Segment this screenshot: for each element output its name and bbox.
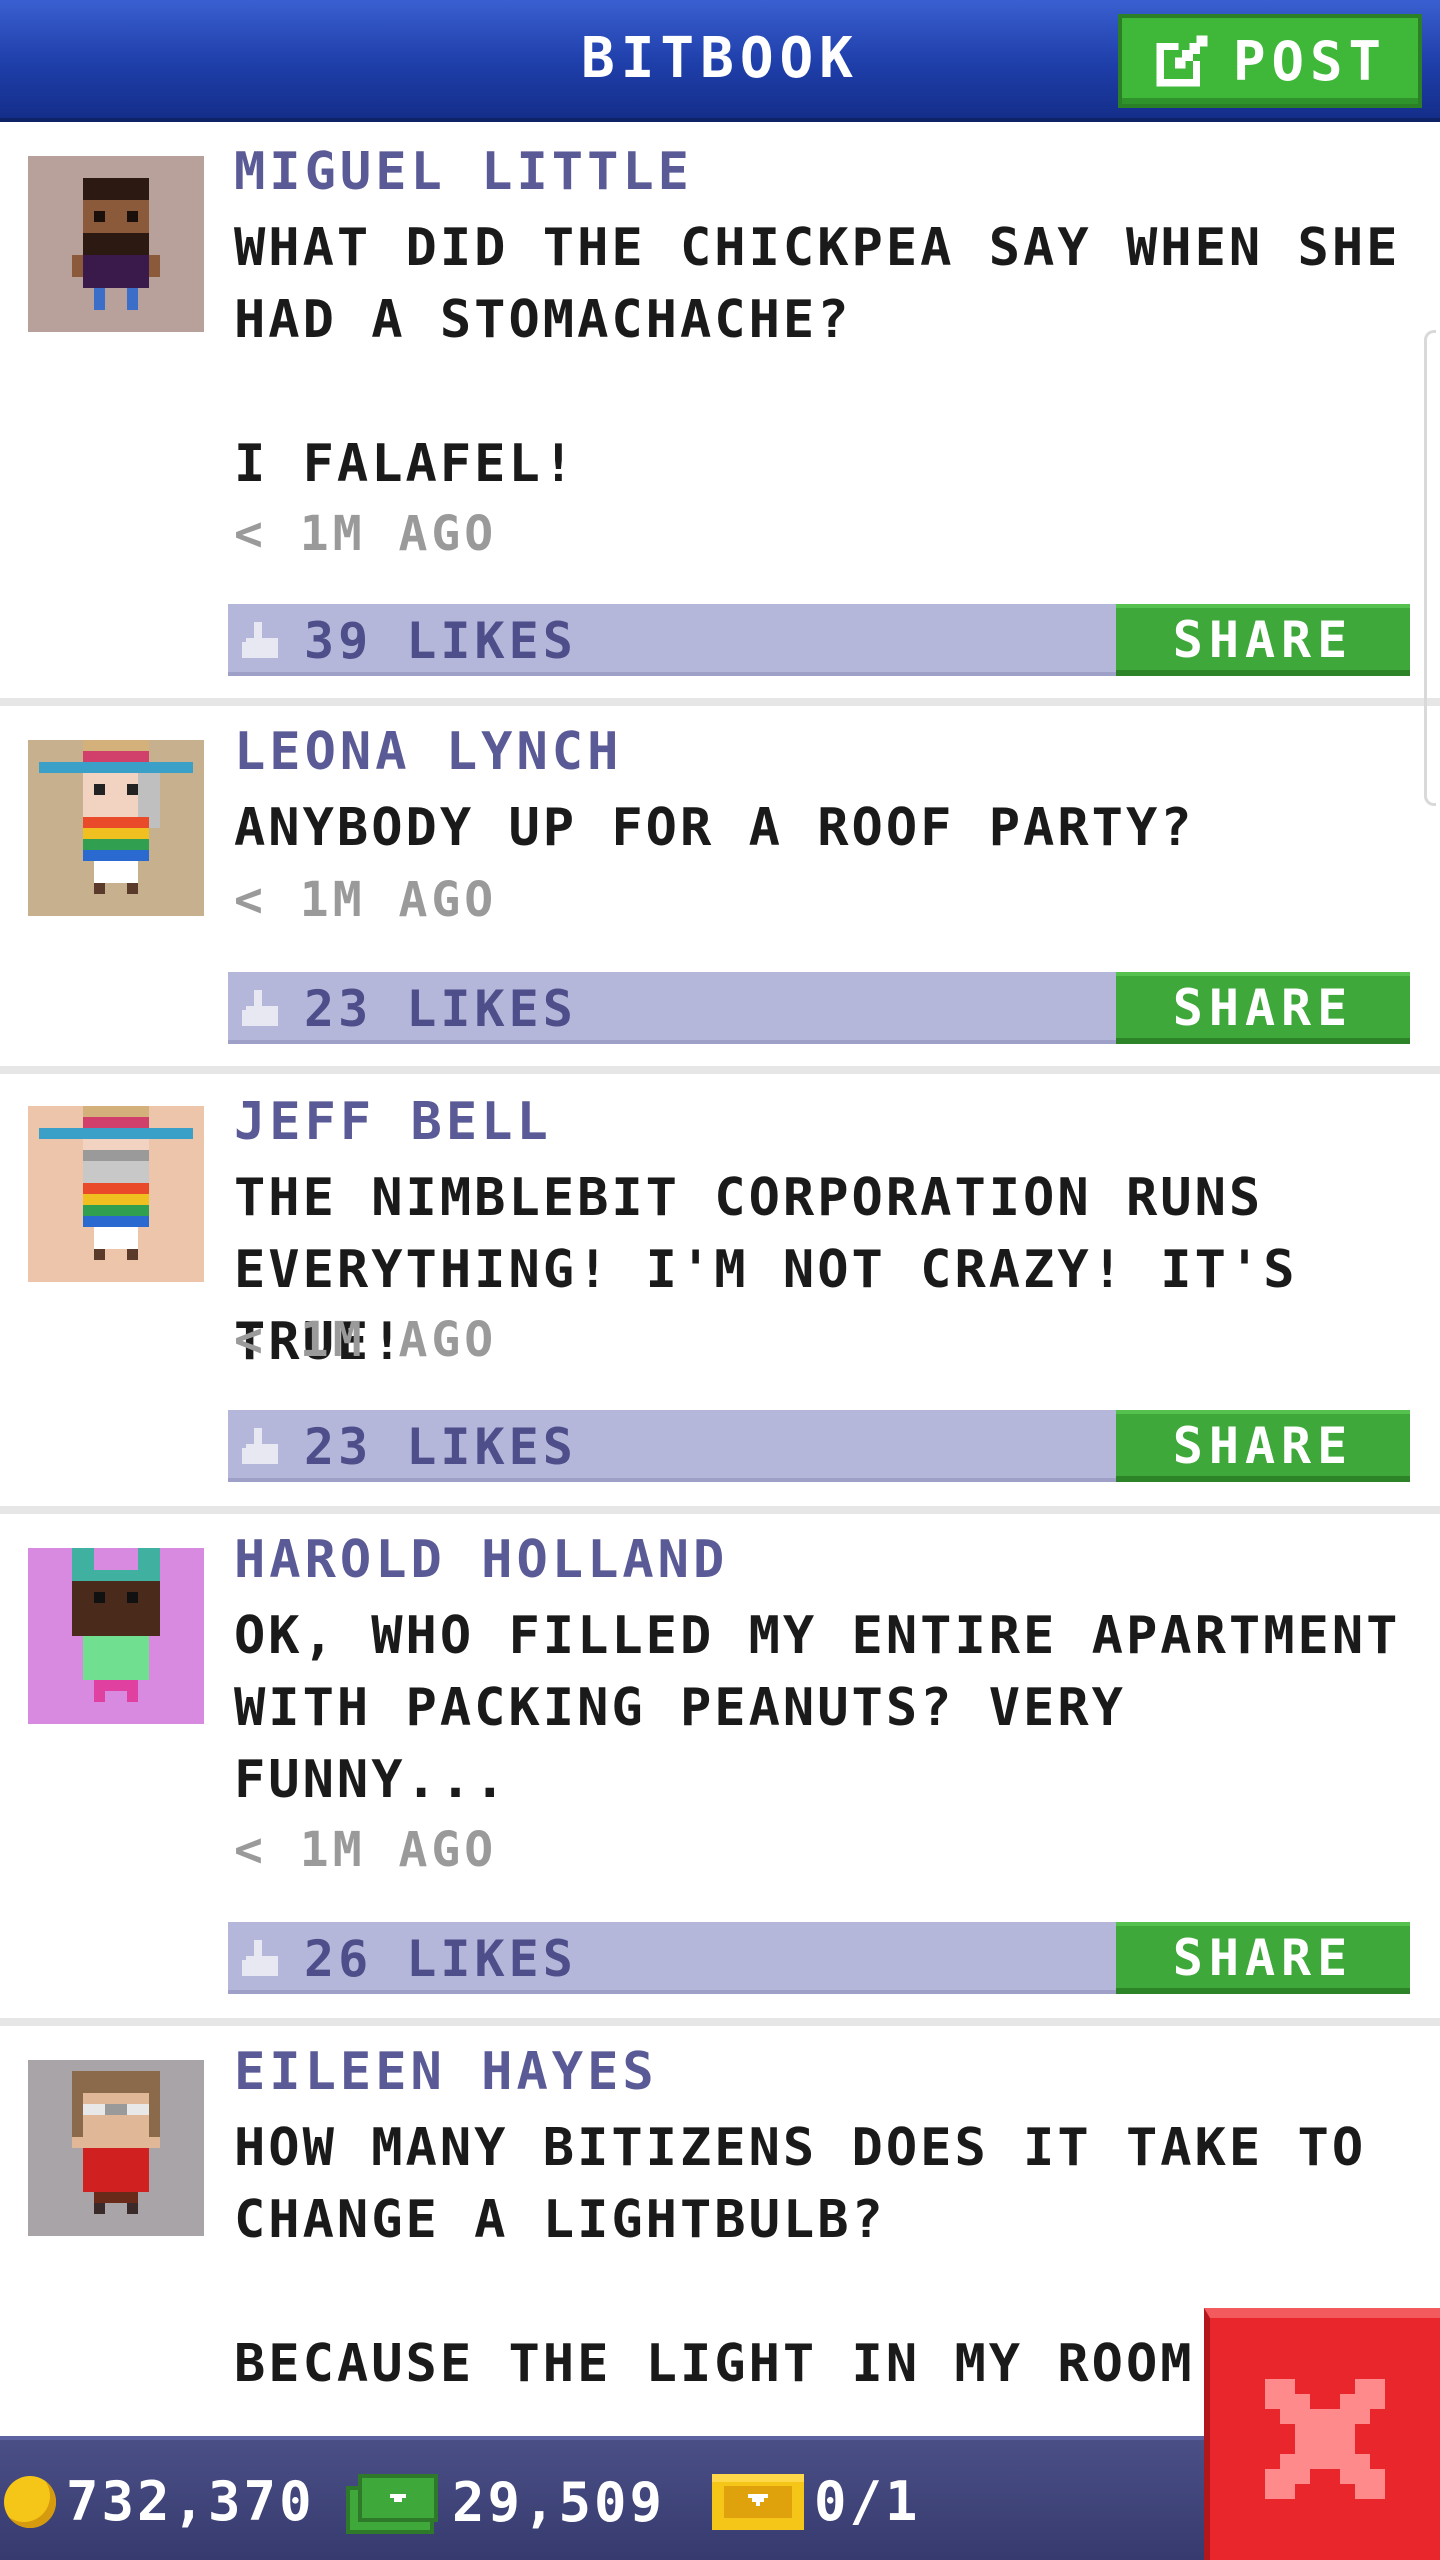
tickets-value: 0/1 [814,2470,921,2533]
tickets-counter: 0/1 [712,2470,921,2533]
like-bar: 23 LIKES SHARE [228,1410,1410,1482]
post-divider [0,1506,1440,1514]
post-divider [0,1066,1440,1074]
post-message: ANYBODY UP FOR A ROOF PARTY? [234,798,1195,858]
share-button[interactable]: SHARE [1116,604,1410,676]
post-author[interactable]: MIGUEL LITTLE [234,142,693,202]
post-divider [0,698,1440,706]
likes-count: 39 LIKES [304,612,577,670]
post-author[interactable]: HAROLD HOLLAND [234,1530,728,1590]
post-time: < 1M AGO [234,1312,498,1368]
post-button-label: POST [1232,29,1388,93]
like-icon[interactable] [242,1428,282,1468]
post-author[interactable]: EILEEN HAYES [234,2042,658,2102]
post-divider [0,2018,1440,2026]
close-button[interactable] [1204,2308,1440,2560]
share-button[interactable]: SHARE [1116,1922,1410,1994]
like-icon[interactable] [242,1940,282,1980]
likes-count: 23 LIKES [304,980,577,1038]
post-time: < 1M AGO [234,506,498,562]
compose-icon [1156,35,1208,87]
post-author[interactable]: JEFF BELL [234,1092,552,1152]
share-button[interactable]: SHARE [1116,1410,1410,1482]
like-bar: 23 LIKES SHARE [228,972,1410,1044]
coins-value: 732,370 [66,2470,315,2533]
close-icon [1265,2379,1385,2499]
like-icon[interactable] [242,622,282,662]
avatar[interactable] [28,740,204,916]
post-time: < 1M AGO [234,872,498,928]
coin-icon [4,2475,56,2528]
bux-counter: 29,509 [346,2470,665,2534]
likes-count: 23 LIKES [304,1418,577,1476]
post-button[interactable]: POST [1118,14,1422,108]
post-time: < 1M AGO [234,1822,498,1878]
like-icon[interactable] [242,990,282,1030]
scrollbar[interactable] [1424,330,1436,806]
avatar[interactable] [28,2060,204,2236]
avatar[interactable] [28,156,204,332]
like-bar: 39 LIKES SHARE [228,604,1410,676]
ticket-icon [712,2473,804,2530]
avatar[interactable] [28,1548,204,1724]
header-bar: BITBOOK POST [0,0,1440,122]
coins-counter: 732,370 [4,2470,315,2533]
post-message: OK, WHO FILLED MY ENTIRE APARTMENT WITH … [234,1606,1401,1810]
feed-list[interactable]: MIGUEL LITTLE WHAT DID THE CHICKPEA SAY … [0,126,1440,2436]
like-bar: 26 LIKES SHARE [228,1922,1410,1994]
bux-value: 29,509 [452,2470,666,2534]
share-button[interactable]: SHARE [1116,972,1410,1044]
bux-icon [346,2474,438,2534]
likes-count: 26 LIKES [304,1930,577,1988]
post-author[interactable]: LEONA LYNCH [234,722,622,782]
avatar[interactable] [28,1106,204,1282]
post-message: WHAT DID THE CHICKPEA SAY WHEN SHE HAD A… [234,218,1401,494]
